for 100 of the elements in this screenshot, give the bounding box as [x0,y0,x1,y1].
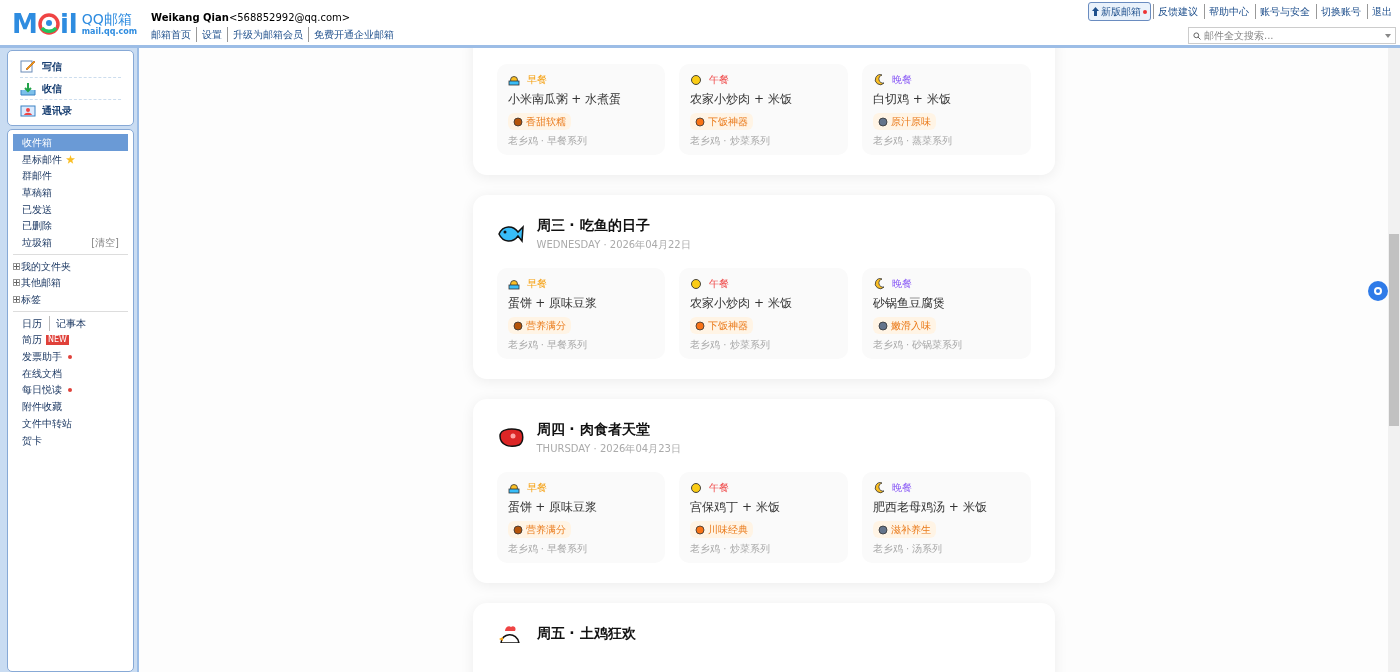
expand-icon[interactable] [13,262,20,270]
meal-tag: 香甜软糯 [507,113,571,130]
meal-label: 早餐 [526,277,547,290]
meal-label: 晚餐 [891,73,912,86]
meal-source: 老乡鸡 · 炒菜系列 [690,134,771,147]
dish-name: 小米南瓜粥 + 水煮蛋 [507,93,623,106]
dish-name: 农家小炒肉 + 米饭 [690,93,793,106]
meal-source: 老乡鸡 · 早餐系列 [507,542,589,555]
brand-domain: mail.qq.com [81,27,138,36]
top-link[interactable]: 退出 [1367,4,1396,19]
search-box[interactable]: 邮件全文搜索... [1188,27,1396,44]
folder-item[interactable]: 草稿箱 [13,184,128,201]
logo-mark-icon [37,12,60,35]
nav-link[interactable]: 升级为邮箱会员 [227,27,309,42]
pencil-icon [20,59,36,73]
meal-label: 午餐 [709,73,730,86]
tag-icon [877,524,888,535]
tag-icon [695,116,706,127]
logo-letters: il [59,10,78,37]
folder-item[interactable]: 已删除 [13,217,128,235]
quick-action[interactable]: 收信 [20,77,121,99]
quick-action[interactable]: 通讯录 [20,99,121,121]
tool-link[interactable]: 文件中转站 [22,415,72,431]
moon-icon [872,277,885,290]
tool-link[interactable]: 简历 [22,332,42,348]
search-input[interactable]: 邮件全文搜索... [1204,28,1382,43]
nav-link[interactable]: 设置 [196,27,228,42]
day-title: 周五 · 土鸡狂欢 [536,624,636,643]
day-title: 周三 · 吃鱼的日子 [536,216,651,235]
meal-label: 午餐 [709,481,730,494]
tool-link[interactable]: 发票助手 [22,349,62,365]
moon-icon [872,73,885,86]
folder-group[interactable]: 我的文件夹 [13,257,128,275]
nav-link[interactable]: 免费开通企业邮箱 [308,27,400,42]
top-link[interactable]: 切换账号 [1316,4,1365,19]
sun-icon [690,277,703,290]
expand-icon[interactable] [13,296,20,304]
new-badge: NEW [46,334,69,345]
meal-label: 晚餐 [891,481,912,494]
new-version-button[interactable]: 新版邮箱 [1088,2,1151,21]
quick-action[interactable]: 写信 [20,55,121,77]
meal-source: 老乡鸡 · 炒菜系列 [690,338,771,351]
meal-label: 午餐 [709,277,730,290]
folder-item[interactable]: 已发送 [13,200,128,218]
meal-tag: 营养满分 [507,521,571,538]
dish-name: 砂锅鱼豆腐煲 [872,297,946,310]
meal-tag: 下饭神器 [690,317,754,334]
account-name: Weikang Qian [151,11,229,25]
meal-tag: 下饭神器 [690,113,754,130]
day-date: THURSDAY · 2026年04月23日 [536,442,681,456]
empty-trash-link[interactable]: [清空] [91,234,119,250]
nav-link[interactable]: 邮箱首页 [151,27,197,42]
tag-icon [512,116,523,127]
tag-icon [695,524,706,535]
dish-name: 宫保鸡丁 + 米饭 [690,501,781,514]
meal-tag: 嫩滑入味 [872,317,936,334]
sunrise-icon [507,73,520,86]
meal-source: 老乡鸡 · 炒菜系列 [690,542,771,555]
scrollbar-thumb[interactable] [1389,234,1399,426]
tool-link[interactable]: 附件收藏 [22,399,62,415]
sunrise-icon [507,481,520,494]
top-link[interactable]: 账号与安全 [1255,4,1314,19]
top-link[interactable]: 帮助中心 [1204,4,1253,19]
brand-name: QQ邮箱 [81,11,133,26]
folder-item[interactable]: 垃圾箱 [清空] [13,234,128,251]
tag-icon [877,320,888,331]
dish-name: 农家小炒肉 + 米饭 [690,297,793,310]
sun-icon [690,73,703,86]
meal-source: 老乡鸡 · 早餐系列 [507,338,589,351]
tool-link[interactable]: 在线文档 [22,365,62,381]
account-email: <568852992@qq.com> [228,11,351,25]
moon-icon [872,481,885,494]
contact-card-icon [20,103,36,118]
folder-group[interactable]: 标签 [13,291,128,308]
tag-icon [877,116,888,127]
folder-group[interactable]: 其他邮箱 [13,274,128,292]
folder-item[interactable]: 群邮件 [13,167,128,185]
download-tray-icon [20,81,36,96]
tool-link[interactable]: 贺卡 [22,432,42,448]
meal-label: 早餐 [526,481,547,494]
sun-icon [690,481,703,494]
dish-name: 肥西老母鸡汤 + 米饭 [872,501,988,514]
top-link[interactable]: 反馈建议 [1153,4,1202,19]
meal-source: 老乡鸡 · 早餐系列 [507,134,589,147]
steak-icon [496,425,525,450]
tag-icon [695,320,706,331]
meal-tag: 滋补养生 [872,521,936,538]
tool-link[interactable]: 日历 [22,315,42,331]
dish-name: 蛋饼 + 原味豆浆 [507,501,599,514]
tool-link[interactable]: 记事本 [49,315,86,331]
meal-tag: 川味经典 [690,521,754,538]
meal-source: 老乡鸡 · 汤系列 [872,542,944,555]
tag-icon [512,320,523,331]
search-icon [1193,31,1201,40]
dish-name: 蛋饼 + 原味豆浆 [507,297,599,310]
expand-icon[interactable] [13,279,20,287]
day-title: 周四 · 肉食者天堂 [536,420,651,439]
meal-source: 老乡鸡 · 砂锅菜系列 [872,338,964,351]
folder-item[interactable]: 星标邮件 [13,150,128,168]
tool-link[interactable]: 每日悦读 [22,382,62,398]
